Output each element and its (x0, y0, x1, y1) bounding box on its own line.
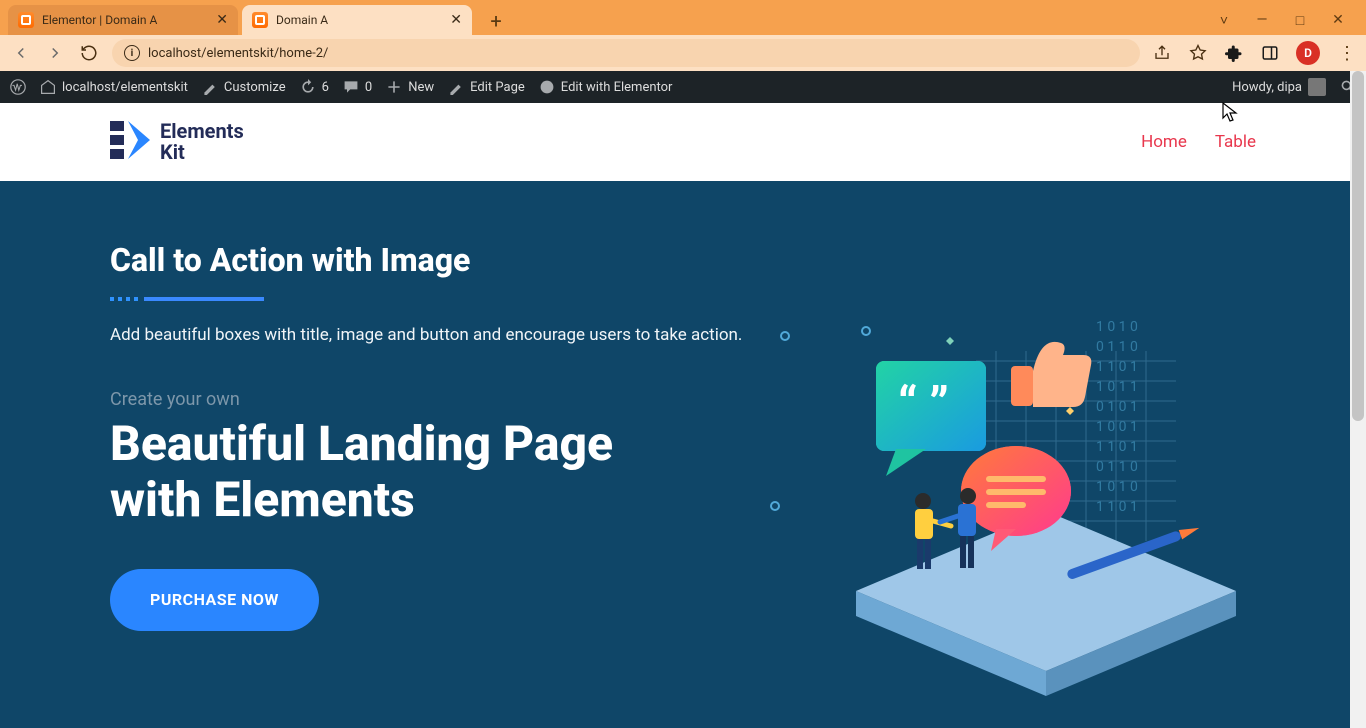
back-button[interactable] (10, 42, 32, 64)
wp-site-name[interactable]: localhost/elementskit (40, 79, 188, 95)
browser-toolbar: i localhost/elementskit/home-2/ D ⋮ (0, 35, 1366, 71)
nav-table[interactable]: Table (1215, 132, 1256, 152)
wp-howdy[interactable]: Howdy, dipa (1232, 78, 1326, 96)
close-icon[interactable]: ✕ (216, 12, 228, 28)
cta-description: Add beautiful boxes with title, image an… (110, 323, 750, 349)
star-icon[interactable] (1188, 43, 1208, 63)
purchase-button-label: PURCHASE NOW (150, 590, 279, 609)
hero-title: Beautiful Landing Page with Elements (110, 416, 750, 529)
new-tab-button[interactable]: + (482, 7, 510, 35)
logo-text: Elements Kit (160, 121, 244, 163)
profile-avatar[interactable]: D (1296, 41, 1320, 65)
browser-tabstrip: Elementor | Domain A ✕ Domain A ✕ + ˅ — … (0, 0, 1366, 35)
hero-illustration-wrapper: 1 0 1 00 1 1 0 1 1 0 11 0 1 1 0 1 0 11 0… (750, 241, 1256, 728)
wp-new-label: New (408, 80, 434, 95)
hero-pretitle: Create your own (110, 389, 750, 410)
wp-updates[interactable]: 6 (300, 79, 329, 95)
wp-edit-elementor-label: Edit with Elementor (561, 80, 673, 95)
sidepanel-icon[interactable] (1260, 43, 1280, 63)
wp-edit-page[interactable]: Edit Page (448, 79, 525, 95)
wp-edit-page-label: Edit Page (470, 80, 525, 95)
svg-text:0 1 1 0: 0 1 1 0 (1096, 339, 1138, 355)
svg-text:1 0 1 0: 1 0 1 0 (1096, 319, 1138, 335)
reload-button[interactable] (78, 42, 100, 64)
sparkle-icon (770, 501, 780, 511)
browser-tab-active[interactable]: Domain A ✕ (242, 5, 472, 35)
logo-line1: Elements (160, 121, 244, 142)
hero-title-line2: with Elements (110, 471, 415, 528)
toolbar-right-icons: D ⋮ (1152, 41, 1356, 65)
share-icon[interactable] (1152, 43, 1172, 63)
site-logo[interactable]: Elements Kit (110, 121, 244, 163)
chevron-down-icon[interactable]: ˅ (1214, 12, 1234, 29)
logo-line2: Kit (160, 142, 244, 163)
wp-logo-menu[interactable] (10, 79, 26, 95)
avatar-letter: D (1304, 46, 1312, 60)
purchase-button[interactable]: PURCHASE NOW (110, 569, 319, 631)
site-nav: Home Table (1141, 132, 1256, 152)
hero-illustration: 1 0 1 00 1 1 0 1 1 0 11 0 1 1 0 1 0 11 0… (816, 301, 1276, 701)
wp-customize[interactable]: Customize (202, 79, 286, 95)
wp-comments-count: 0 (365, 80, 372, 95)
window-controls: ˅ — □ ✕ (1214, 5, 1358, 35)
wp-comments[interactable]: 0 (343, 79, 372, 95)
xampp-icon (18, 12, 34, 28)
tab-title: Domain A (276, 13, 328, 27)
plus-icon: + (490, 9, 501, 33)
tab-title: Elementor | Domain A (42, 13, 157, 27)
forward-button[interactable] (44, 42, 66, 64)
cta-heading: Call to Action with Image (110, 241, 750, 279)
nav-home[interactable]: Home (1141, 132, 1187, 152)
scrollbar-thumb[interactable] (1352, 71, 1364, 421)
svg-text:“ ”: “ ” (898, 376, 949, 433)
hero-title-line1: Beautiful Landing Page (110, 415, 613, 472)
sparkle-icon (780, 331, 790, 341)
divider-accent (110, 297, 750, 301)
url-text: localhost/elementskit/home-2/ (148, 46, 328, 61)
wp-edit-elementor[interactable]: Edit with Elementor (539, 79, 673, 95)
vertical-scrollbar[interactable] (1350, 71, 1366, 728)
logo-mark-icon (110, 121, 150, 163)
site-info-icon[interactable]: i (124, 45, 140, 61)
close-icon[interactable]: ✕ (450, 12, 462, 28)
wp-updates-count: 6 (322, 80, 329, 95)
extensions-icon[interactable] (1224, 43, 1244, 63)
hero-content: Call to Action with Image Add beautiful … (110, 241, 750, 728)
avatar-icon (1308, 78, 1326, 96)
kebab-menu-icon[interactable]: ⋮ (1336, 43, 1356, 63)
browser-tab-inactive[interactable]: Elementor | Domain A ✕ (8, 5, 238, 35)
wp-new[interactable]: New (386, 79, 434, 95)
hero-section: Call to Action with Image Add beautiful … (0, 181, 1366, 728)
maximize-button[interactable]: □ (1290, 12, 1310, 29)
minimize-button[interactable]: — (1252, 12, 1272, 28)
wp-howdy-label: Howdy, dipa (1232, 80, 1302, 95)
wp-site-label: localhost/elementskit (62, 80, 188, 95)
site-header: Elements Kit Home Table (0, 103, 1366, 181)
close-window-button[interactable]: ✕ (1328, 12, 1348, 28)
wp-customize-label: Customize (224, 80, 286, 95)
wp-admin-bar: localhost/elementskit Customize 6 0 New … (0, 71, 1366, 103)
xampp-icon (252, 12, 268, 28)
address-bar[interactable]: i localhost/elementskit/home-2/ (112, 39, 1140, 67)
